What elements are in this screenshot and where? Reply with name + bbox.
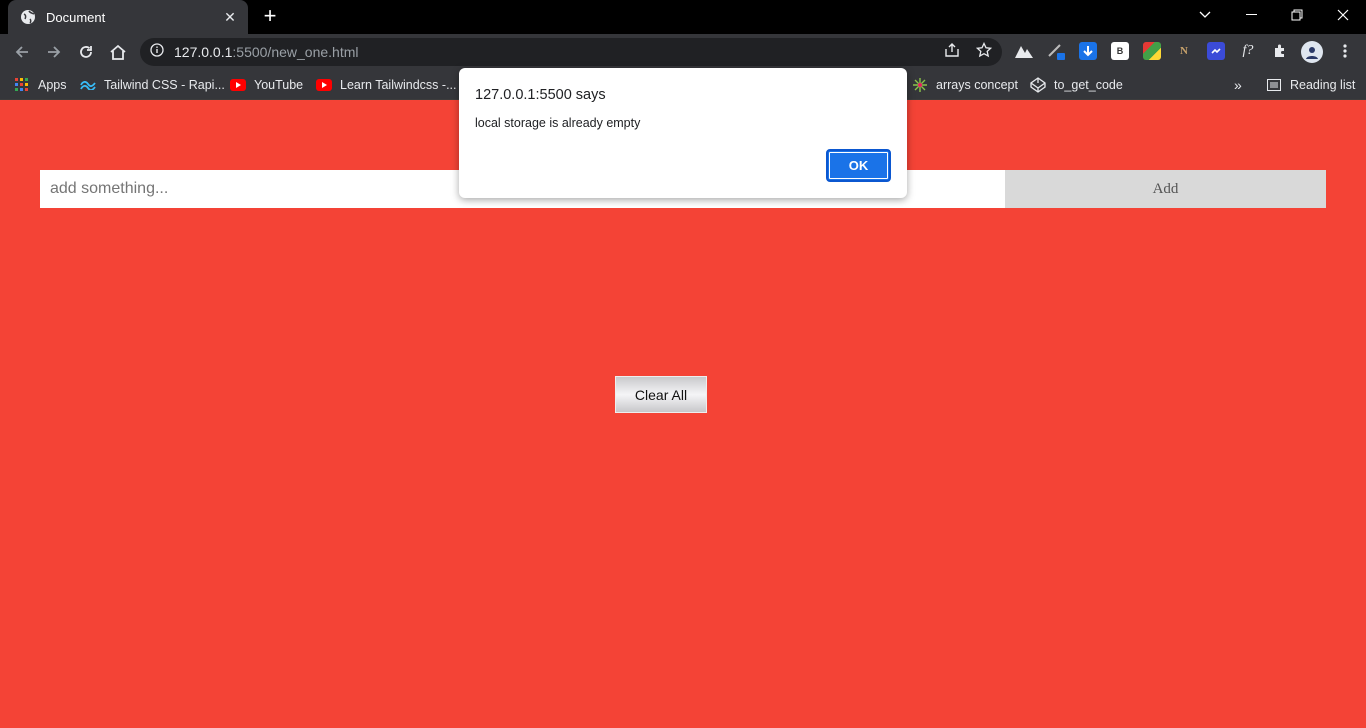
restore-button[interactable] xyxy=(1274,0,1320,30)
bookmark-tailwind[interactable]: Tailwind CSS - Rapi... xyxy=(80,76,225,94)
tab-search-icon[interactable] xyxy=(1182,0,1228,30)
home-icon[interactable] xyxy=(106,40,130,64)
extension-download-icon[interactable] xyxy=(1079,42,1097,60)
bookmark-star-icon[interactable] xyxy=(974,40,994,60)
bookmark-to-get-code[interactable]: to_get_code xyxy=(1030,76,1123,94)
forward-icon[interactable] xyxy=(42,40,66,64)
tailwind-icon xyxy=(80,77,96,93)
share-icon[interactable] xyxy=(942,40,962,60)
bookmark-learn-tailwind[interactable]: Learn Tailwindcss -... xyxy=(316,76,457,94)
bookmark-apps[interactable]: Apps xyxy=(14,76,67,94)
more-bookmarks-button[interactable]: » xyxy=(1234,76,1242,94)
bookmark-label: to_get_code xyxy=(1054,78,1123,92)
bookmark-label: Learn Tailwindcss -... xyxy=(340,78,457,92)
extensions-puzzle-icon[interactable] xyxy=(1271,42,1289,60)
tab-title: Document xyxy=(46,9,106,25)
more-bookmarks-label: » xyxy=(1234,77,1242,93)
bookmark-label: Tailwind CSS - Rapi... xyxy=(104,78,225,92)
bookmark-label: arrays concept xyxy=(936,78,1018,92)
extension-n-icon[interactable]: N xyxy=(1175,42,1193,60)
back-icon[interactable] xyxy=(10,40,34,64)
bookmark-label: YouTube xyxy=(254,78,304,92)
extension-colorful-icon[interactable] xyxy=(1143,42,1161,60)
extension-b-icon[interactable]: B xyxy=(1111,42,1129,60)
extension-mountain-icon[interactable] xyxy=(1015,42,1033,60)
menu-kebab-icon[interactable] xyxy=(1336,42,1354,60)
address-bar[interactable]: 127.0.0.1:5500/new_one.html xyxy=(140,38,1002,66)
dialog-message: local storage is already empty xyxy=(475,116,641,130)
alert-dialog: 127.0.0.1:5500 says local storage is alr… xyxy=(459,68,907,198)
tab-close-icon[interactable]: ✕ xyxy=(222,9,238,26)
url-text: 127.0.0.1:5500/new_one.html xyxy=(174,44,359,60)
site-info-icon[interactable] xyxy=(150,42,164,62)
minimize-button[interactable] xyxy=(1228,0,1274,30)
reading-list-button[interactable]: Reading list xyxy=(1266,76,1355,94)
reload-icon[interactable] xyxy=(74,40,98,64)
clear-all-button[interactable]: Clear All xyxy=(615,376,707,413)
youtube-icon xyxy=(316,77,332,93)
sparkle-icon xyxy=(912,77,928,93)
reading-list-icon xyxy=(1266,77,1282,93)
new-tab-button[interactable]: + xyxy=(258,4,282,28)
browser-toolbar: 127.0.0.1:5500/new_one.html B N f? xyxy=(0,34,1366,70)
extension-pen-icon[interactable] xyxy=(1047,42,1065,60)
bookmark-arrays-concept[interactable]: arrays concept xyxy=(912,76,1018,94)
ok-button[interactable]: OK xyxy=(826,149,891,182)
globe-icon xyxy=(20,9,36,25)
dialog-heading: 127.0.0.1:5500 says xyxy=(475,87,606,103)
profile-avatar[interactable] xyxy=(1301,41,1323,63)
youtube-icon xyxy=(230,77,246,93)
reading-list-label: Reading list xyxy=(1290,78,1356,92)
browser-tab[interactable]: Document ✕ xyxy=(8,0,248,34)
add-button[interactable]: Add xyxy=(1005,170,1326,208)
apps-grid-icon xyxy=(14,77,30,93)
bookmark-label: Apps xyxy=(38,78,67,92)
close-window-button[interactable] xyxy=(1320,0,1366,30)
tab-strip: Document ✕ + xyxy=(0,0,1366,34)
extension-link-icon[interactable] xyxy=(1207,42,1225,60)
codepen-icon xyxy=(1030,77,1046,93)
bookmark-youtube[interactable]: YouTube xyxy=(230,76,303,94)
extension-formula-icon[interactable]: f? xyxy=(1239,42,1257,60)
